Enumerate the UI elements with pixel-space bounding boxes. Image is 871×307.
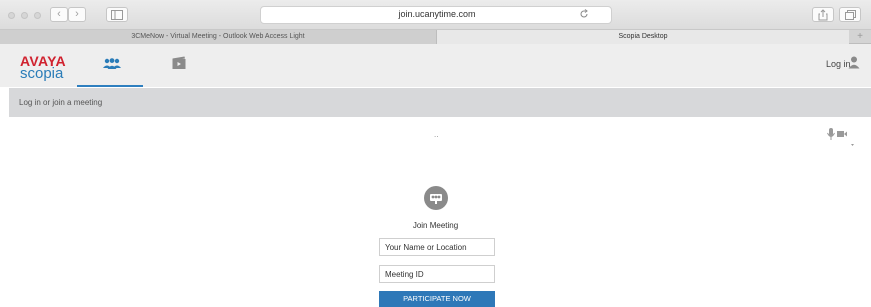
- join-meeting-title: Join Meeting: [412, 221, 459, 230]
- tabs-icon: [844, 10, 856, 20]
- user-icon[interactable]: [848, 56, 860, 69]
- url-text: join.ucanytime.com: [398, 9, 476, 19]
- sidebar-icon: [111, 10, 123, 20]
- tab-scopia-desktop[interactable]: Scopia Desktop: [437, 30, 849, 44]
- new-tab-button[interactable]: +: [849, 30, 871, 44]
- login-link[interactable]: Log in: [826, 59, 851, 69]
- film-icon: [172, 56, 186, 69]
- tab-bar: 3CMeNow - Virtual Meeting - Outlook Web …: [0, 30, 871, 44]
- reload-icon[interactable]: [579, 9, 589, 19]
- meeting-id-input[interactable]: [379, 265, 495, 283]
- app-header: AVAYA scopia: [0, 44, 871, 87]
- share-icon: [818, 9, 828, 21]
- participate-now-button[interactable]: PARTICIPATE NOW: [379, 291, 495, 307]
- tabs-overview-button[interactable]: [839, 7, 861, 22]
- share-button[interactable]: [812, 7, 834, 22]
- minimize-window-icon[interactable]: [21, 12, 28, 19]
- zoom-window-icon[interactable]: [34, 12, 41, 19]
- forward-button[interactable]: ›: [68, 7, 86, 22]
- browser-toolbar: ‹ › join.ucanytime.com: [0, 0, 871, 30]
- back-button[interactable]: ‹: [50, 7, 68, 22]
- status-indicator: ..: [434, 130, 439, 139]
- subheader-text: Log in or join a meeting: [19, 98, 103, 107]
- name-input[interactable]: [379, 238, 495, 256]
- tab-outlook[interactable]: 3CMeNow - Virtual Meeting - Outlook Web …: [0, 30, 437, 44]
- product-logo: scopia: [20, 65, 64, 82]
- page-subheader: Log in or join a meeting: [9, 88, 871, 117]
- microphone-camera-icon[interactable]: [826, 127, 860, 149]
- sidebar-toggle-button[interactable]: [106, 7, 128, 22]
- address-bar[interactable]: join.ucanytime.com: [260, 6, 612, 24]
- close-window-icon[interactable]: [8, 12, 15, 19]
- meeting-room-icon: [424, 186, 448, 210]
- people-icon: [103, 58, 121, 69]
